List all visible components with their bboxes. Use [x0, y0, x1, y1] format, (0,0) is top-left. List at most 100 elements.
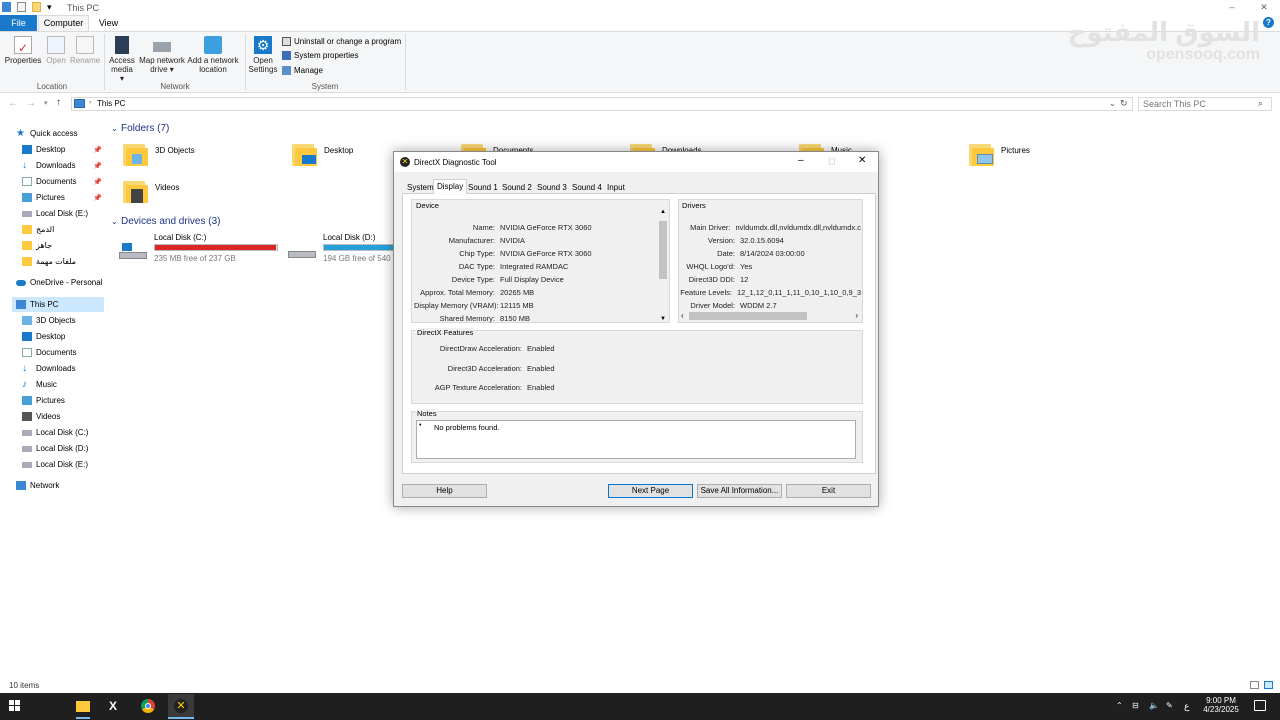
nav-qa-folder-2[interactable]: جاهز — [22, 241, 52, 250]
dropdown-icon[interactable]: ▾ — [47, 2, 53, 12]
up-button[interactable]: ↑ — [56, 97, 61, 108]
next-page-button[interactable]: Next Page — [608, 484, 693, 498]
nav-qa-local-disk-e[interactable]: Local Disk (E:) — [22, 209, 88, 218]
nav-pc-music[interactable]: ♪ Music — [22, 380, 57, 390]
manage-button[interactable]: Manage — [282, 66, 323, 75]
scroll-down-icon[interactable]: ▼ — [658, 316, 668, 322]
nav-qa-pictures[interactable]: Pictures 📌 — [22, 193, 104, 202]
clock[interactable]: 9:00 PM 4/23/2025 — [1196, 696, 1246, 714]
recent-locations-button[interactable]: ▾ — [44, 99, 48, 107]
address-dropdown-icon[interactable]: ⌄ — [1109, 99, 1116, 108]
folder-desktop[interactable]: Desktop — [292, 142, 353, 168]
notifications-icon[interactable] — [1254, 700, 1266, 711]
scroll-left-icon[interactable]: ‹ — [681, 311, 684, 321]
dialog-minimize-button[interactable]: – — [798, 155, 804, 166]
language-indicator[interactable]: ع — [1184, 701, 1189, 712]
uninstall-program-button[interactable]: Uninstall or change a program — [282, 37, 401, 46]
nav-pc-desktop[interactable]: Desktop — [22, 332, 65, 341]
help-button[interactable]: Help — [402, 484, 487, 498]
search-input[interactable]: Search This PC — [1138, 97, 1272, 111]
nav-qa-folder-1[interactable]: الدمج — [22, 225, 54, 234]
exit-button[interactable]: Exit — [786, 484, 871, 498]
folder-pictures[interactable]: Pictures — [969, 142, 1030, 168]
chevron-down-icon[interactable]: ⌄ — [111, 217, 118, 226]
save-all-information-button[interactable]: Save All Information... — [697, 484, 782, 498]
tab-sound-1[interactable]: Sound 1 — [465, 181, 501, 194]
scroll-up-icon[interactable]: ▲ — [658, 209, 668, 215]
device-row: Chip Type: NVIDIA GeForce RTX 3060 — [414, 249, 656, 258]
nav-pc-local-disk-d[interactable]: Local Disk (D:) — [22, 444, 88, 453]
nav-qa-desktop[interactable]: Desktop 📌 — [22, 145, 104, 154]
x-app-icon[interactable]: X — [109, 699, 117, 713]
open-button[interactable]: Open — [44, 36, 68, 65]
new-folder-icon[interactable] — [32, 2, 41, 12]
nav-pc-documents[interactable]: Documents — [22, 348, 76, 357]
nav-network[interactable]: Network — [16, 481, 59, 490]
folders-section-header[interactable]: Folders (7) — [121, 123, 169, 134]
nav-quick-access[interactable]: ★ Quick access — [16, 129, 78, 139]
device-value: 12115 MB — [500, 301, 534, 310]
nav-pc-videos[interactable]: Videos — [22, 412, 60, 421]
tab-computer[interactable]: Computer — [38, 15, 89, 31]
nav-pc-downloads[interactable]: ↓ Downloads — [22, 363, 76, 374]
address-bar[interactable] — [71, 97, 1133, 111]
nav-qa-downloads[interactable]: ↓ Downloads 📌 — [22, 161, 104, 171]
pen-icon[interactable]: ✎ — [1166, 701, 1173, 710]
details-view-icon[interactable] — [1250, 681, 1259, 689]
large-icons-view-icon[interactable] — [1264, 681, 1273, 689]
nav-qa-documents[interactable]: Documents 📌 — [22, 177, 104, 186]
scroll-thumb[interactable] — [659, 221, 667, 279]
tab-file[interactable]: File — [0, 15, 37, 31]
nav-onedrive[interactable]: OneDrive - Personal — [16, 278, 102, 287]
quick-access-toolbar[interactable]: ▾ — [2, 2, 53, 12]
tab-sound-3[interactable]: Sound 3 — [534, 181, 570, 194]
tab-view[interactable]: View — [92, 15, 125, 31]
breadcrumb[interactable]: This PC — [97, 99, 125, 108]
network-status-icon[interactable]: ⊟ — [1132, 701, 1139, 710]
drive-d[interactable]: Local Disk (D:) 194 GB free of 540 GB — [288, 233, 398, 263]
device-scrollbar[interactable]: ▲ ▼ — [658, 209, 668, 322]
maximize-button[interactable] — [1232, 0, 1248, 15]
folder-3d-objects[interactable]: 3D Objects — [123, 142, 195, 168]
system-properties-button[interactable]: System properties — [282, 51, 358, 60]
scroll-thumb[interactable] — [689, 312, 807, 320]
checkmark-icon[interactable] — [17, 2, 26, 12]
file-explorer-taskbar-icon[interactable] — [76, 701, 90, 712]
nav-qa-folder-3[interactable]: ملفات مهمة — [22, 257, 76, 266]
rename-button[interactable]: Rename — [70, 36, 100, 65]
drive-c[interactable]: Local Disk (C:) 235 MB free of 237 GB — [119, 233, 289, 263]
dialog-close-button[interactable]: ✕ — [858, 155, 866, 166]
refresh-icon[interactable]: ↻ — [1120, 98, 1128, 109]
properties-button[interactable]: ✓ Properties — [4, 36, 42, 65]
nav-pc-pictures[interactable]: Pictures — [22, 396, 65, 405]
nav-this-pc[interactable]: This PC — [12, 297, 104, 312]
nav-pc-3d-objects[interactable]: 3D Objects — [22, 316, 76, 325]
close-button[interactable]: ✕ — [1248, 0, 1280, 15]
scroll-right-icon[interactable]: › — [855, 311, 858, 321]
access-media-button[interactable]: Access media ▾ — [106, 36, 138, 83]
map-network-drive-button[interactable]: Map network drive ▾ — [138, 36, 186, 74]
search-icon[interactable]: ⌕ — [1258, 98, 1263, 109]
volume-icon[interactable]: 🔈 — [1149, 701, 1159, 710]
open-settings-button[interactable]: ⚙ Open Settings — [247, 36, 279, 74]
back-button[interactable]: ← — [8, 98, 18, 109]
help-icon[interactable]: ? — [1263, 17, 1274, 28]
chevron-up-icon[interactable]: ⌃ — [1116, 701, 1123, 710]
drivers-hscrollbar[interactable]: ‹ › — [680, 311, 861, 321]
drives-section-header[interactable]: Devices and drives (3) — [121, 216, 220, 227]
download-icon: ↓ — [22, 363, 27, 374]
drivers-row: Version: 32.0.15.6094 — [680, 236, 861, 245]
windows-start-icon[interactable] — [9, 700, 21, 712]
chrome-icon[interactable] — [141, 699, 155, 713]
tab-display[interactable]: Display — [433, 179, 468, 194]
folder-videos[interactable]: Videos — [123, 179, 179, 205]
nav-pc-local-disk-c[interactable]: Local Disk (C:) — [22, 428, 88, 437]
chevron-down-icon[interactable]: ⌄ — [111, 124, 118, 133]
tab-system[interactable]: System — [404, 181, 437, 194]
nav-pc-local-disk-e[interactable]: Local Disk (E:) — [22, 460, 88, 469]
add-network-location-button[interactable]: Add a network location — [186, 36, 240, 74]
tab-input[interactable]: Input — [604, 181, 628, 194]
forward-button[interactable]: → — [26, 98, 36, 109]
tab-sound-4[interactable]: Sound 4 — [569, 181, 605, 194]
tab-sound-2[interactable]: Sound 2 — [499, 181, 535, 194]
